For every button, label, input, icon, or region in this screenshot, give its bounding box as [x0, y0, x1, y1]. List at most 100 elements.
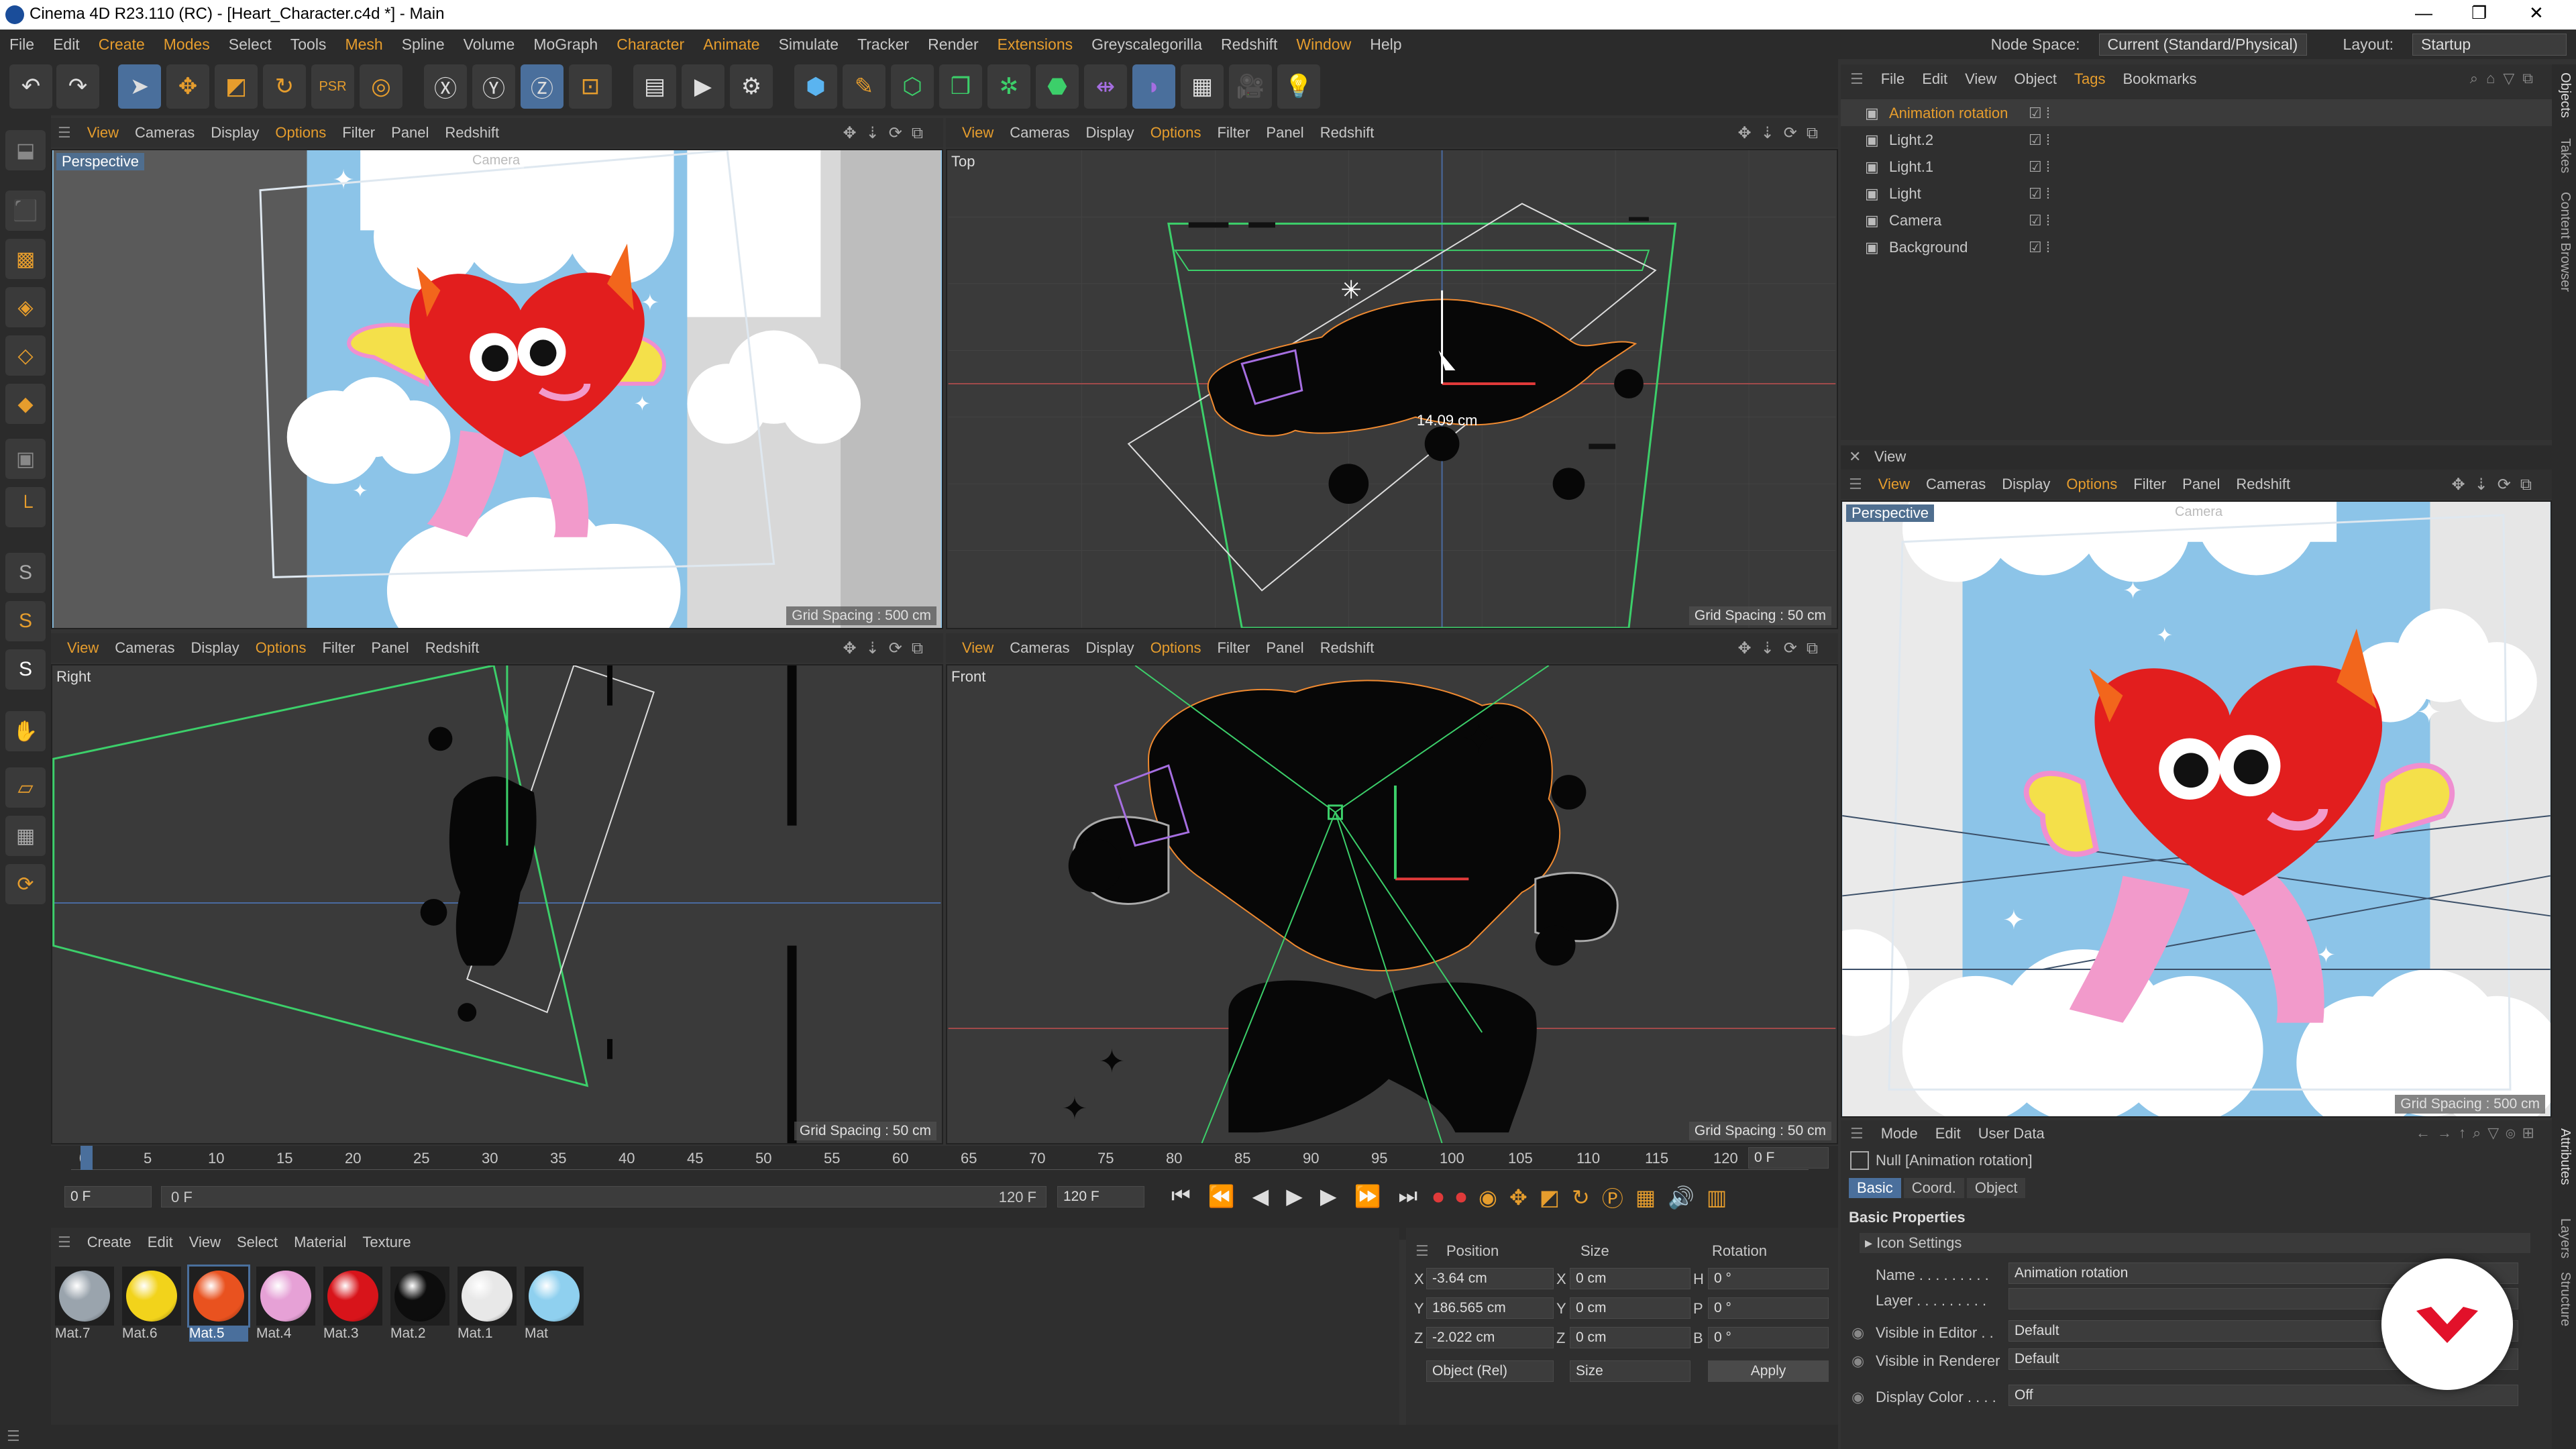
- vp-menu-view[interactable]: View: [87, 124, 119, 142]
- panel-menu-icon[interactable]: ☰: [58, 1234, 71, 1251]
- panel-menu-icon[interactable]: ☰: [1850, 70, 1864, 88]
- play-icon[interactable]: ▶: [1286, 1183, 1303, 1209]
- viewport-nav-icons[interactable]: ✥⇣⟳⧉: [843, 639, 932, 658]
- cloner-icon[interactable]: ❒: [939, 64, 982, 109]
- sidebar-tab-takes[interactable]: Takes: [2557, 138, 2573, 173]
- rotation-p-field[interactable]: 0 °: [1708, 1297, 1829, 1319]
- points-mode-icon[interactable]: ◈: [5, 287, 46, 327]
- material-swatch[interactable]: Mat.6: [122, 1267, 181, 1342]
- menu-greyscalegorilla[interactable]: Greyscalegorilla: [1091, 36, 1202, 54]
- menu-modes[interactable]: Modes: [164, 36, 210, 54]
- coordinate-system-icon[interactable]: ⊡: [569, 64, 612, 109]
- move-icon[interactable]: ✥: [166, 64, 209, 109]
- menu-select[interactable]: Select: [229, 36, 272, 54]
- panel-menu-icon[interactable]: ☰: [1850, 1125, 1864, 1142]
- workplane-icon[interactable]: ▱: [5, 767, 46, 808]
- vp-menu-redshift[interactable]: Redshift: [1320, 124, 1375, 142]
- size-x-field[interactable]: 0 cm: [1570, 1268, 1690, 1289]
- render-region-icon[interactable]: ▤: [633, 64, 676, 109]
- vp-menu-panel[interactable]: Panel: [391, 124, 429, 142]
- go-to-end-icon[interactable]: ⏭: [1398, 1183, 1417, 1209]
- am-menu-edit[interactable]: Edit: [1935, 1125, 1961, 1142]
- make-editable-icon[interactable]: ⬓: [5, 130, 46, 170]
- perspective-viewport[interactable]: ✦ ✦ ✦ ✦ ✦ ✦ Perspective Camera Grid Spacing…: [51, 149, 943, 629]
- y-axis-icon[interactable]: Ⓨ: [472, 64, 515, 109]
- position-z-field[interactable]: -2.022 cm: [1426, 1327, 1554, 1348]
- end-frame-field[interactable]: 120 F: [1057, 1186, 1144, 1208]
- mat-menu-material[interactable]: Material: [294, 1234, 346, 1251]
- om-search-icons[interactable]: ⌕⌂▽⧉: [2470, 70, 2541, 87]
- current-frame-field[interactable]: 0 F: [1748, 1147, 1829, 1169]
- vp-menu-redshift[interactable]: Redshift: [445, 124, 499, 142]
- vp-menu-display[interactable]: Display: [191, 639, 239, 657]
- axis-mode-icon[interactable]: └: [5, 487, 46, 527]
- sound-icon[interactable]: 🔊: [1668, 1185, 1695, 1210]
- vp-menu-options[interactable]: Options: [275, 124, 326, 142]
- om-menu-object[interactable]: Object: [2014, 70, 2057, 88]
- timeline-window-icon[interactable]: ▥: [1707, 1185, 1727, 1210]
- top-viewport[interactable]: ✳ Top 14.09 cm Grid Spacing : 50 cm: [946, 149, 1838, 629]
- tab-basic[interactable]: Basic: [1849, 1178, 1901, 1198]
- vp-menu-display[interactable]: Display: [2002, 476, 2050, 493]
- key-parameter-icon[interactable]: Ⓟ: [1602, 1182, 1623, 1213]
- polygons-mode-icon[interactable]: ◆: [5, 384, 46, 424]
- apply-button[interactable]: Apply: [1708, 1360, 1829, 1382]
- deformer-icon[interactable]: ⇹: [1084, 64, 1127, 109]
- sidebar-tab-layers[interactable]: Layers: [2557, 1218, 2573, 1258]
- edges-mode-icon[interactable]: ◇: [5, 335, 46, 376]
- snap-settings-icon[interactable]: S: [5, 601, 46, 641]
- object-row[interactable]: ▣ Camera ☑ ⁞: [1841, 207, 2552, 233]
- om-menu-file[interactable]: File: [1881, 70, 1904, 88]
- key-rotation-icon[interactable]: ↻: [1572, 1185, 1590, 1210]
- rotation-h-field[interactable]: 0 °: [1708, 1268, 1829, 1289]
- visibility-toggle-icon[interactable]: ☑ ⁞: [2029, 239, 2050, 256]
- vp-menu-view[interactable]: View: [67, 639, 99, 657]
- side-perspective-viewport[interactable]: ✦ ✦ ✦ ✦ ✦ ✦ ✦ Perspective Camera Grid Spacin…: [1841, 500, 2552, 1118]
- mat-menu-texture[interactable]: Texture: [362, 1234, 411, 1251]
- previous-frame-icon[interactable]: ◀: [1252, 1183, 1269, 1209]
- viewport-nav-icons[interactable]: ✥⇣⟳⧉: [1738, 123, 1827, 143]
- object-row[interactable]: ▣ Animation rotation ☑ ⁞: [1841, 99, 2552, 126]
- maximize-button[interactable]: ❐: [2471, 3, 2487, 23]
- frame-range-slider[interactable]: 0 F 120 F: [161, 1186, 1046, 1208]
- mat-menu-view[interactable]: View: [189, 1234, 221, 1251]
- floor-icon[interactable]: ◗: [1132, 64, 1175, 109]
- node-space-dropdown[interactable]: Current (Standard/Physical): [2098, 33, 2307, 56]
- visibility-toggle-icon[interactable]: ☑ ⁞: [2029, 185, 2050, 203]
- vp-menu-cameras[interactable]: Cameras: [1010, 124, 1069, 142]
- vp-menu-view[interactable]: View: [962, 124, 994, 142]
- model-mode-icon[interactable]: ⬛: [5, 191, 46, 231]
- keyframe-selection-icon[interactable]: ◉: [1479, 1185, 1497, 1210]
- texture-mode-icon[interactable]: ▩: [5, 239, 46, 279]
- render-settings-icon[interactable]: ⚙: [730, 64, 773, 109]
- om-menu-view[interactable]: View: [1965, 70, 1996, 88]
- panel-menu-icon[interactable]: ☰: [7, 1428, 20, 1445]
- coordinate-mode-dropdown[interactable]: Object (Rel): [1426, 1360, 1554, 1382]
- select-icon[interactable]: ➤: [118, 64, 161, 109]
- z-axis-icon[interactable]: Ⓩ: [521, 64, 564, 109]
- sidebar-tab-content-browser[interactable]: Content Browser: [2557, 192, 2573, 292]
- start-frame-field[interactable]: 0 F: [64, 1186, 152, 1208]
- snap-enable-icon[interactable]: S: [5, 649, 46, 690]
- icon-settings-group[interactable]: ▸ Icon Settings: [1860, 1233, 2530, 1253]
- minimize-button[interactable]: —: [2415, 3, 2432, 23]
- tweak-icon[interactable]: ✋: [5, 711, 46, 751]
- vp-menu-options[interactable]: Options: [256, 639, 307, 657]
- material-swatch[interactable]: Mat.1: [458, 1267, 517, 1342]
- visibility-toggle-icon[interactable]: ☑ ⁞: [2029, 105, 2050, 122]
- right-viewport[interactable]: Right Grid Spacing : 50 cm: [51, 664, 943, 1144]
- vp-menu-redshift[interactable]: Redshift: [2236, 476, 2290, 493]
- menu-window[interactable]: Window: [1296, 36, 1351, 54]
- vp-menu-display[interactable]: Display: [1086, 639, 1134, 657]
- material-swatch[interactable]: Mat.4: [256, 1267, 315, 1342]
- scale-icon[interactable]: ◩: [215, 64, 258, 109]
- next-key-icon[interactable]: ⏩: [1354, 1183, 1381, 1209]
- playhead[interactable]: [80, 1146, 93, 1170]
- vp-menu-options[interactable]: Options: [1150, 124, 1201, 142]
- vp-menu-display[interactable]: Display: [1086, 124, 1134, 142]
- material-swatch[interactable]: Mat: [525, 1267, 584, 1342]
- redo-icon[interactable]: ↷: [56, 64, 99, 109]
- front-viewport[interactable]: ✦ ✦ ✦ Front Grid Spacing : 50 cm: [946, 664, 1838, 1144]
- radio-visible-renderer-icon[interactable]: ◉: [1851, 1352, 1864, 1370]
- vp-menu-panel[interactable]: Panel: [1266, 639, 1303, 657]
